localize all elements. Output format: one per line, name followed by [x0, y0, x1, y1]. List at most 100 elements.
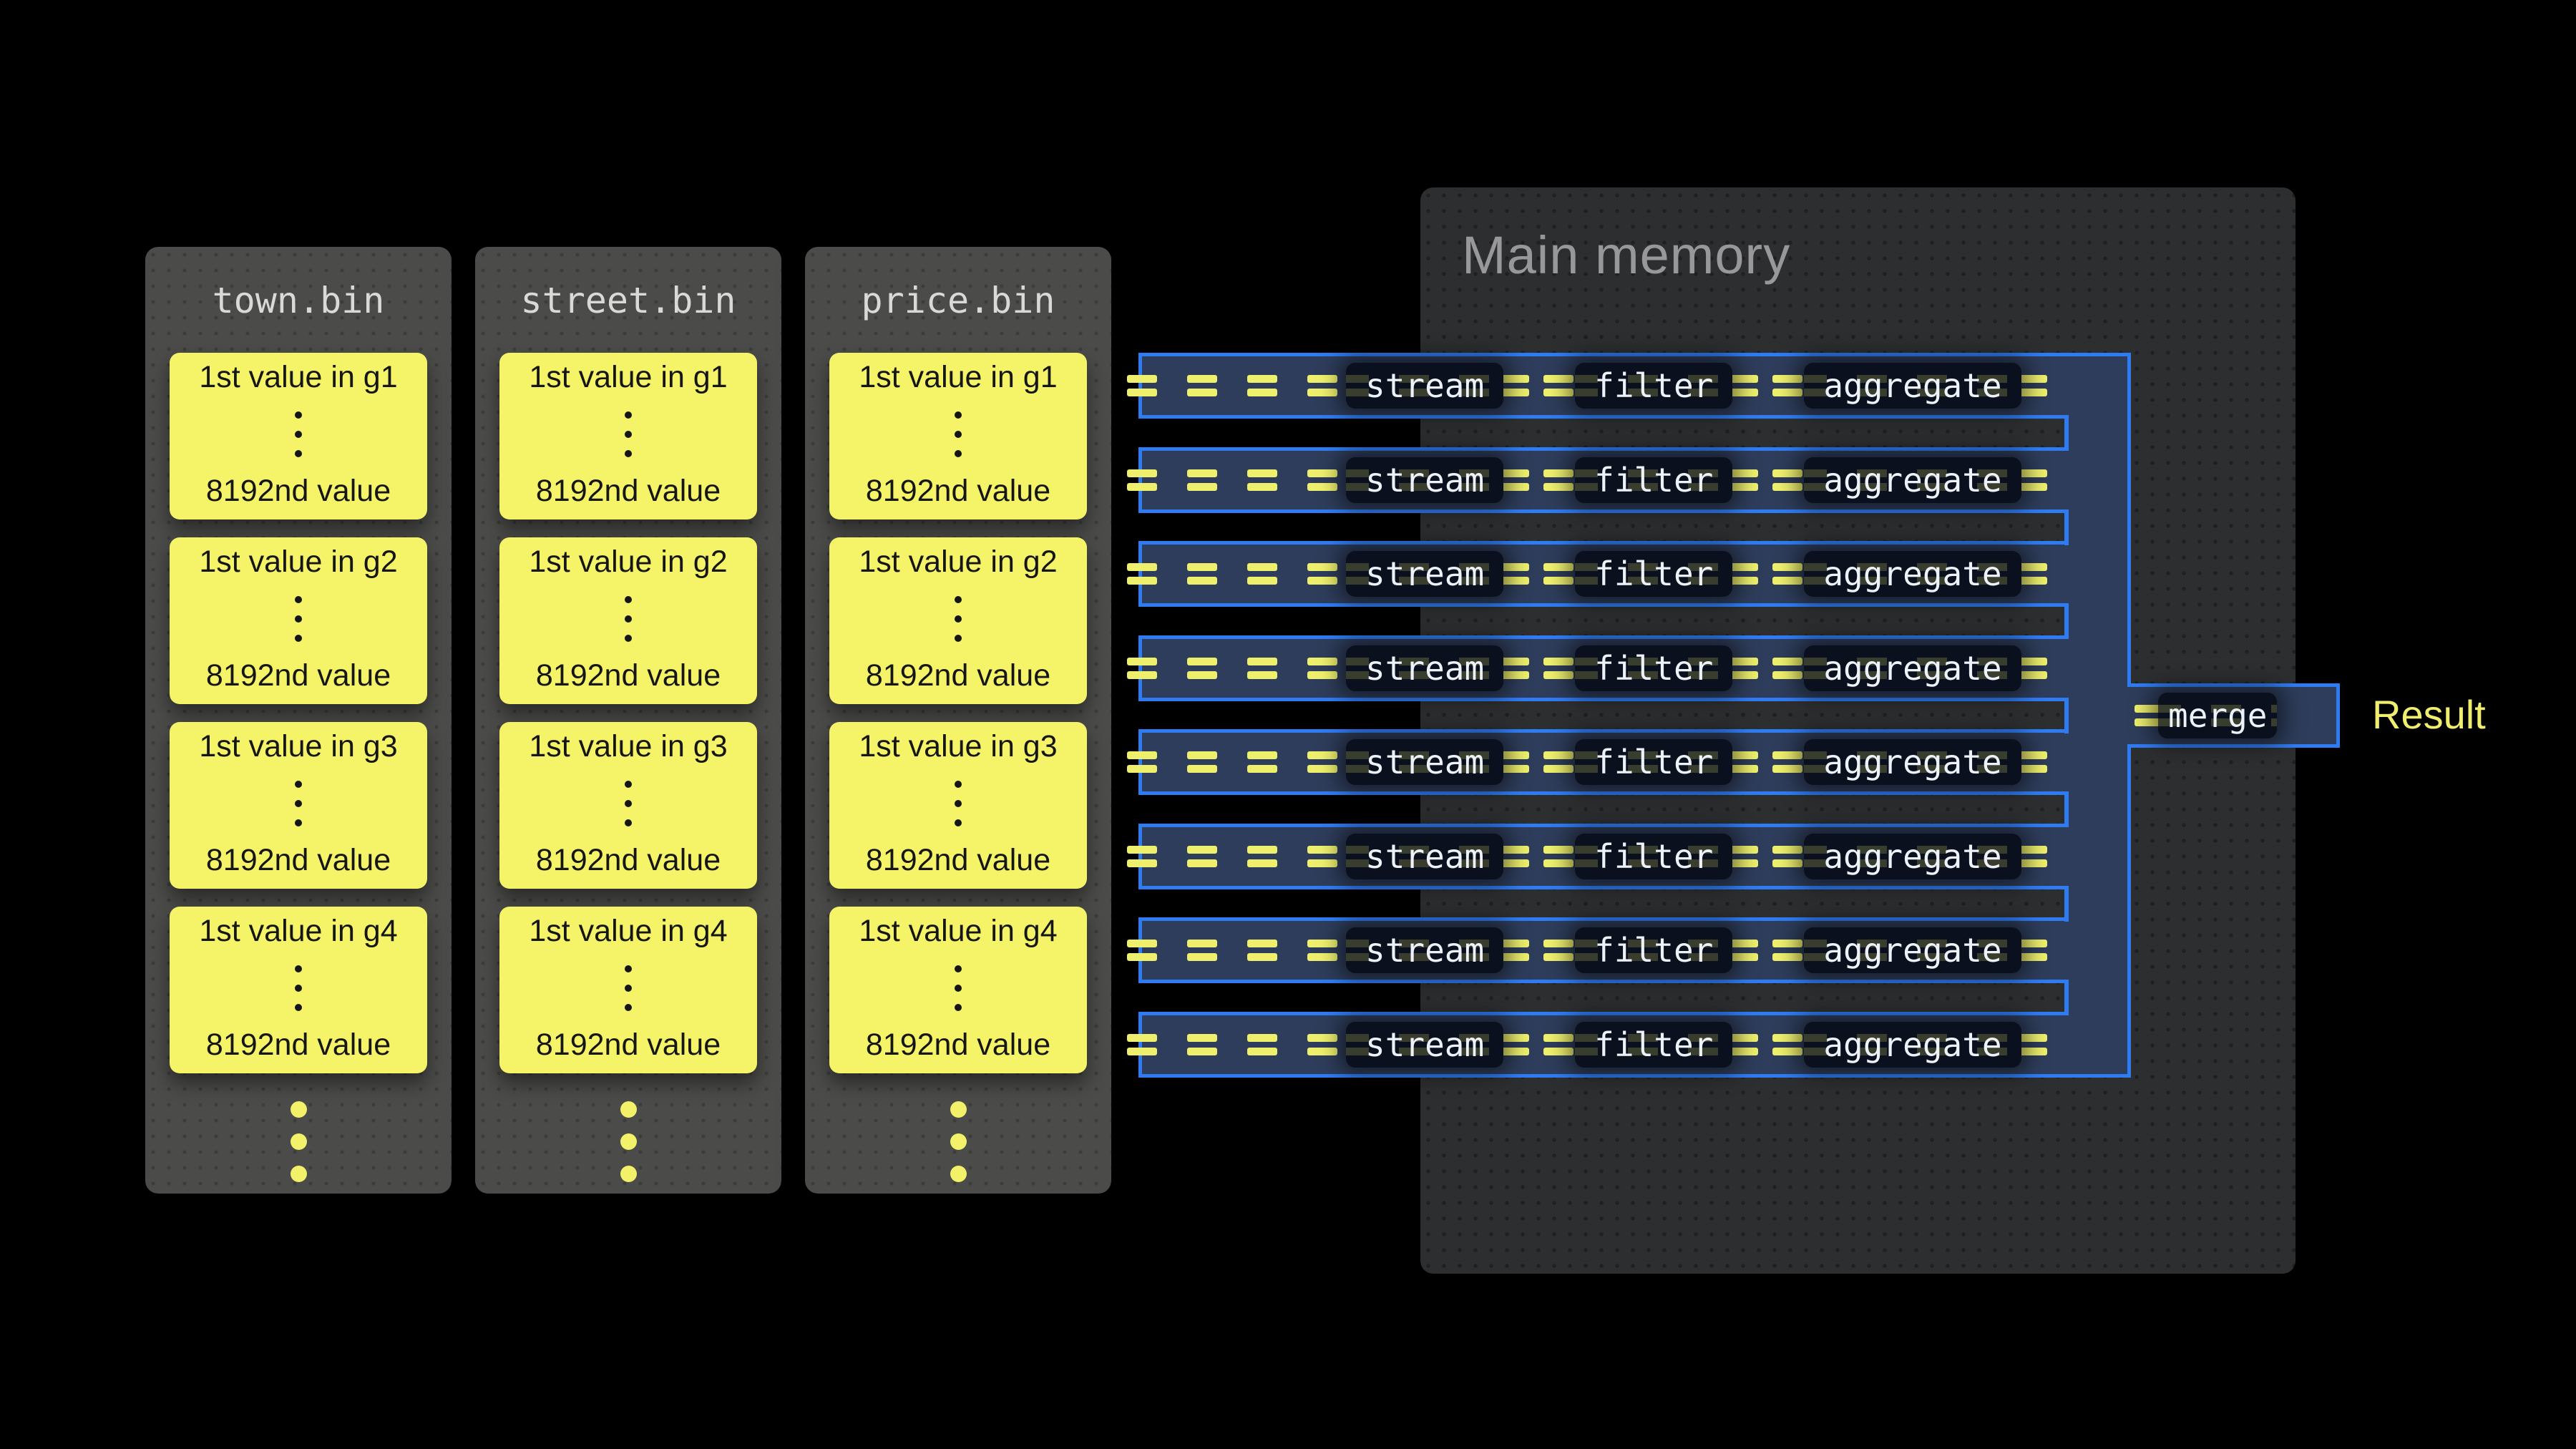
block-first-value-label: 1st value in g4 — [529, 912, 727, 950]
ellipsis-dots-icon — [295, 781, 302, 826]
data-chunk-icon — [1499, 1034, 1529, 1055]
operator-label: aggregate — [1823, 1025, 2001, 1064]
block-first-value-label: 1st value in g3 — [529, 728, 727, 765]
operator-box-aggregate: aggregate — [1804, 927, 2021, 973]
value-block: 1st value in g4 8192nd value — [499, 907, 757, 1073]
pipeline-lane: stream filter aggregate — [1138, 824, 2130, 889]
data-chunk-icon — [1728, 751, 1758, 773]
data-chunk-icon — [2017, 563, 2047, 585]
data-chunk-icon — [1499, 563, 1529, 585]
data-chunk-icon — [1772, 940, 1802, 961]
column-ellipsis-icon — [170, 1101, 427, 1182]
data-chunk-icon — [1307, 940, 1337, 961]
data-chunk-icon — [1499, 658, 1529, 679]
operator-box-stream: stream — [1346, 1022, 1503, 1068]
data-chunk-icon — [1187, 563, 1217, 585]
data-chunk-icon — [1728, 375, 1758, 396]
data-chunk-icon — [1247, 940, 1277, 961]
ellipsis-dots-icon — [625, 781, 632, 826]
data-chunk-icon — [2017, 658, 2047, 679]
value-block: 1st value in g4 8192nd value — [170, 907, 427, 1073]
operator-label: stream — [1365, 1025, 1484, 1064]
data-chunk-icon — [1247, 658, 1277, 679]
block-last-value-label: 8192nd value — [866, 472, 1050, 509]
operator-label: filter — [1594, 931, 1713, 970]
pipeline-lane: stream filter aggregate — [1138, 917, 2130, 983]
data-chunk-icon — [1247, 469, 1277, 491]
operator-label: stream — [1365, 931, 1484, 970]
merge-label: merge — [2168, 696, 2267, 735]
merge-lane: merge — [2127, 683, 2340, 748]
value-block: 1st value in g3 8192nd value — [499, 722, 757, 889]
data-chunk-icon — [2017, 751, 2047, 773]
data-chunk-icon — [1127, 846, 1157, 867]
file-column: street.bin 1st value in g1 8192nd value … — [475, 247, 781, 1194]
block-first-value-label: 1st value in g3 — [199, 728, 397, 765]
block-last-value-label: 8192nd value — [866, 657, 1050, 694]
data-chunk-icon — [1307, 375, 1337, 396]
block-last-value-label: 8192nd value — [206, 1026, 391, 1063]
operator-label: stream — [1365, 555, 1484, 593]
pipeline-diagram: Main memory town.bin 1st value in g1 819… — [0, 0, 2576, 1449]
value-block: 1st value in g3 8192nd value — [170, 722, 427, 889]
data-chunk-icon — [1127, 469, 1157, 491]
lane-gap-connector — [2064, 980, 2069, 1015]
operator-box-filter: filter — [1575, 739, 1732, 785]
merge-box: merge — [2158, 693, 2277, 738]
data-chunk-icon — [1499, 846, 1529, 867]
data-chunk-icon — [1543, 469, 1574, 491]
data-chunk-icon — [1543, 940, 1574, 961]
operator-label: filter — [1594, 649, 1713, 688]
file-column: town.bin 1st value in g1 8192nd value 1s… — [145, 247, 452, 1194]
data-chunk-icon — [1247, 846, 1277, 867]
value-block: 1st value in g1 8192nd value — [170, 353, 427, 519]
operator-box-stream: stream — [1346, 645, 1503, 691]
pipeline-lane: stream filter aggregate — [1138, 1012, 2130, 1078]
data-chunk-icon — [1127, 940, 1157, 961]
data-chunk-icon — [1307, 1034, 1337, 1055]
file-name-label: town.bin — [145, 280, 452, 321]
pipeline-lane: stream filter aggregate — [1138, 447, 2130, 513]
data-chunk-icon — [1187, 751, 1217, 773]
result-label: Result — [2372, 691, 2486, 738]
operator-box-aggregate: aggregate — [1804, 834, 2021, 879]
data-chunk-icon — [1728, 940, 1758, 961]
data-chunk-icon — [1728, 1034, 1758, 1055]
data-chunk-icon — [1127, 658, 1157, 679]
ellipsis-dots-icon — [955, 781, 962, 826]
block-first-value-label: 1st value in g4 — [859, 912, 1057, 950]
operator-box-stream: stream — [1346, 551, 1503, 597]
ellipsis-dots-icon — [955, 411, 962, 457]
data-chunk-icon — [2017, 1034, 2047, 1055]
data-chunk-icon — [1307, 658, 1337, 679]
data-chunk-icon — [1127, 375, 1157, 396]
pipeline-lane: stream filter aggregate — [1138, 353, 2130, 419]
block-first-value-label: 1st value in g3 — [859, 728, 1057, 765]
block-first-value-label: 1st value in g1 — [199, 358, 397, 396]
data-chunk-icon — [1307, 751, 1337, 773]
lane-gap-connector — [2064, 415, 2069, 451]
ellipsis-dots-icon — [295, 965, 302, 1011]
data-chunk-icon — [1187, 1034, 1217, 1055]
block-first-value-label: 1st value in g2 — [199, 543, 397, 580]
data-chunk-icon — [1728, 658, 1758, 679]
data-chunk-icon — [1499, 469, 1529, 491]
data-chunk-icon — [1543, 658, 1574, 679]
data-chunk-icon — [1543, 751, 1574, 773]
data-chunk-icon — [1728, 563, 1758, 585]
ellipsis-dots-icon — [625, 965, 632, 1011]
lane-gap-connector — [2064, 509, 2069, 545]
ellipsis-dots-icon — [955, 596, 962, 642]
data-chunk-icon — [1187, 375, 1217, 396]
pipeline-lane: stream filter aggregate — [1138, 541, 2130, 607]
block-last-value-label: 8192nd value — [206, 841, 391, 879]
data-chunk-icon — [1772, 658, 1802, 679]
block-last-value-label: 8192nd value — [536, 472, 721, 509]
data-chunk-icon — [1772, 751, 1802, 773]
data-chunk-icon — [1307, 469, 1337, 491]
operator-box-filter: filter — [1575, 551, 1732, 597]
column-ellipsis-icon — [499, 1101, 757, 1182]
value-block: 1st value in g4 8192nd value — [829, 907, 1087, 1073]
operator-box-stream: stream — [1346, 834, 1503, 879]
value-block: 1st value in g1 8192nd value — [499, 353, 757, 519]
